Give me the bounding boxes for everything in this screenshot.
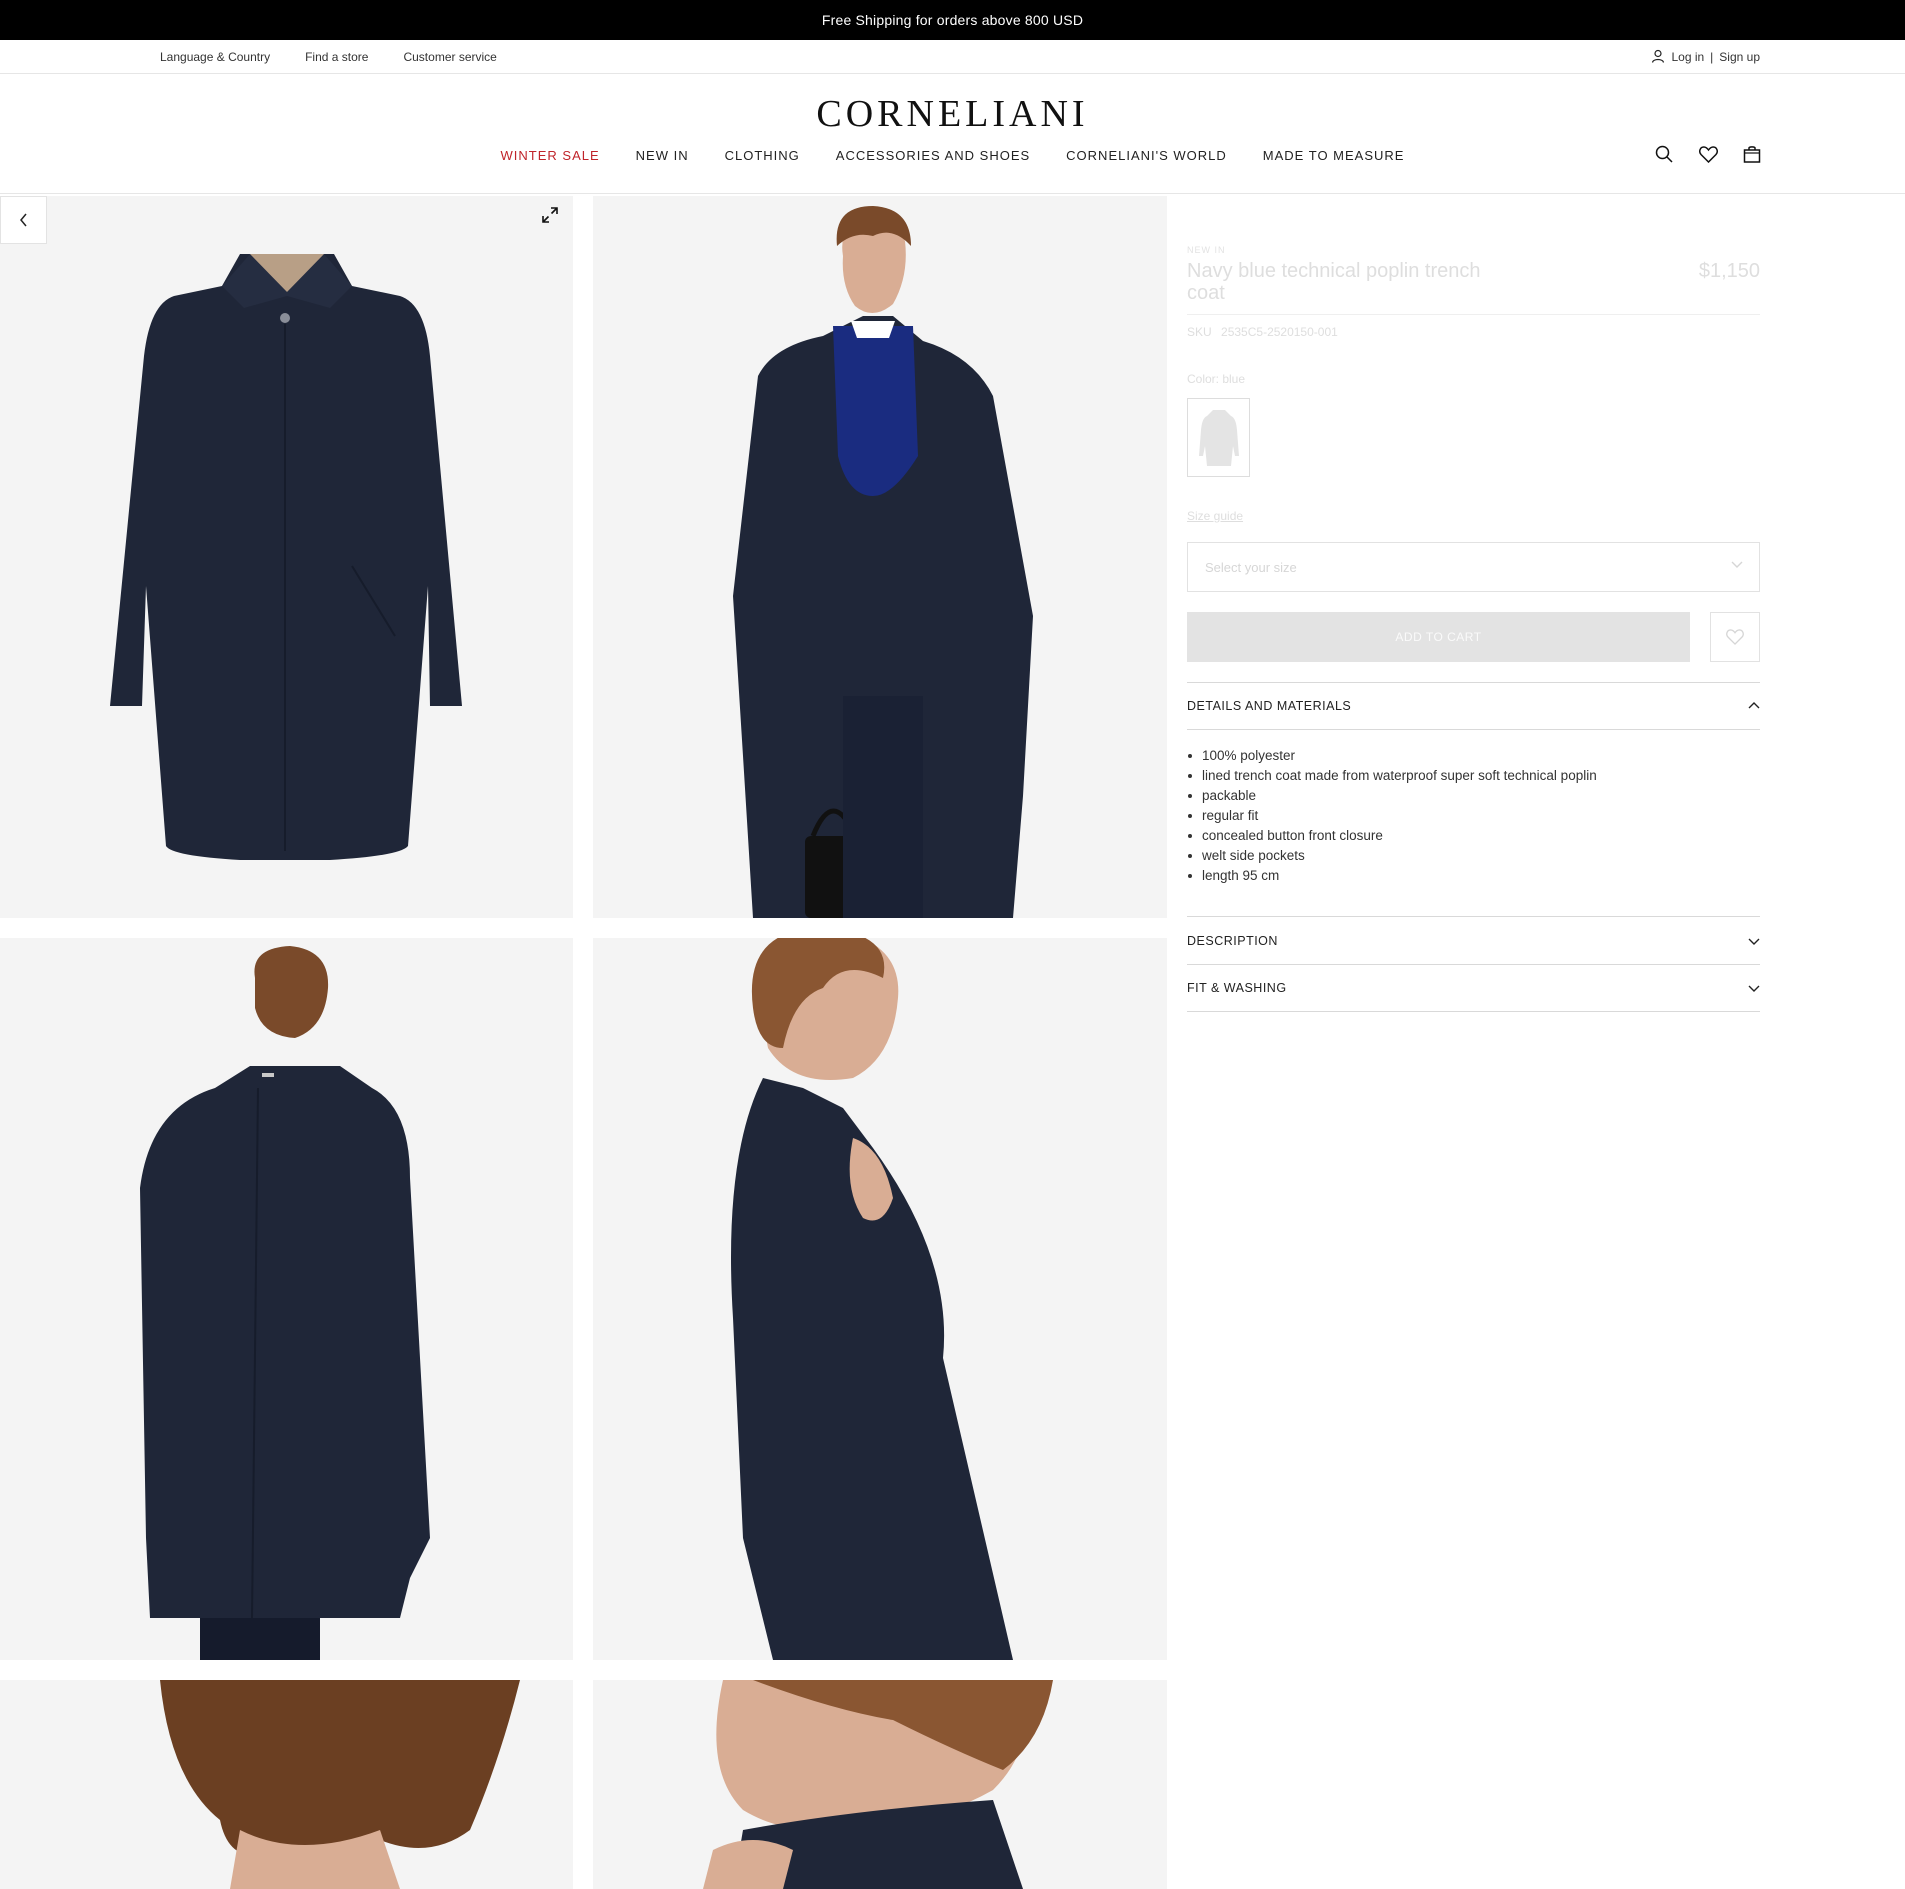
list-item: 100% polyester (1188, 746, 1597, 766)
product-image-front[interactable] (0, 196, 573, 918)
expand-icon[interactable] (541, 206, 561, 226)
customer-service-link[interactable]: Customer service (403, 50, 496, 64)
accordion-description-title: DESCRIPTION (1187, 933, 1278, 948)
list-item: lined trench coat made from waterproof s… (1188, 766, 1597, 786)
nav-item-cornelianis-world[interactable]: CORNELIANI'S WORLD (1066, 148, 1227, 163)
sku-label: SKU (1187, 325, 1212, 339)
size-select-placeholder: Select your size (1205, 559, 1297, 575)
accordion-fit-washing-title: FIT & WASHING (1187, 981, 1287, 995)
product-sku: SKU 2535C5-2520150-001 (1187, 325, 1338, 339)
language-country-link[interactable]: Language & Country (160, 50, 270, 64)
size-guide-link[interactable]: Size guide (1187, 509, 1243, 523)
add-to-cart-button[interactable]: ADD TO CART (1187, 612, 1690, 662)
signup-link[interactable]: Sign up (1719, 50, 1760, 64)
accordion-fit-washing-header[interactable]: FIT & WASHING (1187, 964, 1760, 1012)
accordion-details-header[interactable]: DETAILS AND MATERIALS (1187, 682, 1760, 730)
product-price: $1,150 (1698, 260, 1760, 282)
search-icon[interactable] (1654, 144, 1674, 164)
main-nav: WINTER SALE NEW IN CLOTHING ACCESSORIES … (0, 148, 1905, 163)
product-image-side[interactable] (593, 938, 1167, 1660)
main-header: CORNELIANI WINTER SALE NEW IN CLOTHING A… (0, 74, 1905, 194)
product-image-collar-back[interactable] (0, 1680, 573, 1889)
title-divider (1187, 314, 1760, 315)
accordion-details: DETAILS AND MATERIALS (1187, 682, 1760, 730)
accordion-description-header[interactable]: DESCRIPTION (1187, 916, 1760, 964)
nav-item-winter-sale[interactable]: WINTER SALE (501, 148, 600, 163)
accordion-details-title: DETAILS AND MATERIALS (1187, 699, 1352, 713)
login-link[interactable]: Log in (1671, 50, 1704, 64)
utility-bar: Language & Country Find a store Customer… (0, 40, 1905, 74)
find-store-link[interactable]: Find a store (305, 50, 368, 64)
product-image-model-front[interactable] (593, 196, 1167, 918)
list-item: concealed button front closure (1188, 826, 1597, 846)
accordion-fit-washing: FIT & WASHING (1187, 964, 1760, 1012)
product-title: Navy blue technical poplin trench coat (1187, 260, 1481, 304)
list-item: packable (1188, 786, 1597, 806)
header-icons (1654, 144, 1762, 164)
color-label: Color: blue (1187, 372, 1246, 386)
nav-item-clothing[interactable]: CLOTHING (725, 148, 800, 163)
list-item: regular fit (1188, 806, 1597, 826)
product-image-back[interactable] (0, 938, 573, 1660)
user-icon (1651, 49, 1665, 66)
size-select[interactable]: Select your size (1187, 542, 1760, 592)
chevron-down-icon (1731, 558, 1743, 573)
back-button[interactable] (0, 196, 47, 244)
nav-item-accessories-shoes[interactable]: ACCESSORIES AND SHOES (836, 148, 1030, 163)
login-separator: | (1710, 50, 1714, 64)
chevron-down-icon (1748, 935, 1760, 947)
wishlist-button[interactable] (1710, 612, 1760, 662)
promo-text: Free Shipping for orders above 800 USD (821, 12, 1084, 28)
new-in-badge: NEW IN (1187, 245, 1226, 255)
nav-item-made-to-measure[interactable]: MADE TO MEASURE (1263, 148, 1405, 163)
brand-logo[interactable]: CORNELIANI (0, 92, 1905, 136)
chevron-down-icon (1748, 982, 1760, 994)
chevron-left-icon (19, 213, 27, 227)
list-item: length 95 cm (1188, 866, 1597, 886)
heart-icon[interactable] (1698, 144, 1718, 164)
product-image-collar-detail[interactable] (593, 1680, 1167, 1889)
sku-value: 2535C5-2520150-001 (1221, 325, 1338, 339)
list-item: welt side pockets (1188, 846, 1597, 866)
nav-item-new-in[interactable]: NEW IN (636, 148, 689, 163)
heart-icon (1726, 629, 1744, 645)
accordion-description: DESCRIPTION (1187, 916, 1760, 964)
chevron-up-icon (1748, 700, 1760, 712)
bag-icon[interactable] (1742, 144, 1762, 164)
promo-bar: Free Shipping for orders above 800 USD (0, 0, 1905, 40)
details-list: 100% polyester lined trench coat made fr… (1188, 746, 1597, 886)
color-swatch-blue[interactable] (1187, 398, 1250, 477)
